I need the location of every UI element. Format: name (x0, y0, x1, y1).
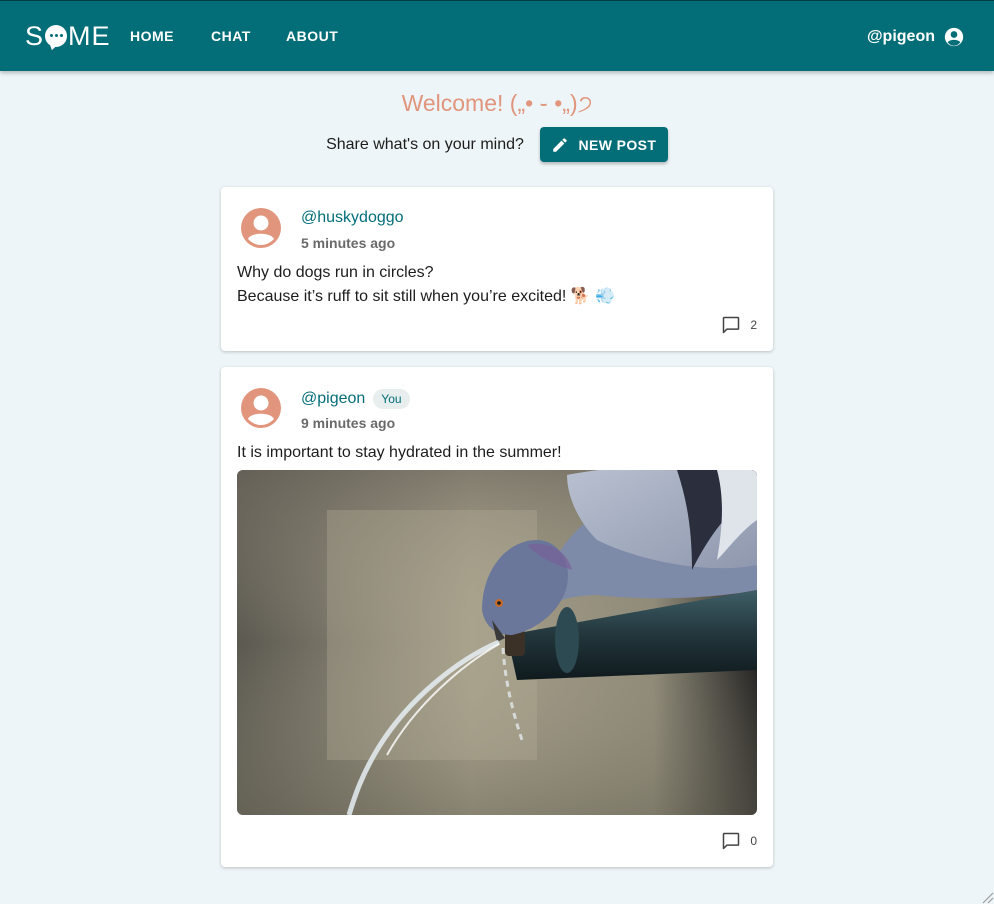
nav-about[interactable]: ABOUT (286, 28, 338, 44)
comment-icon (723, 316, 740, 334)
post-text-line: Why do dogs run in circles? (237, 264, 434, 281)
post-timestamp: 9 minutes ago (301, 415, 396, 431)
avatar-icon[interactable] (240, 387, 282, 429)
post-author[interactable]: @pigeon You (301, 389, 410, 409)
pigeon-drinking-photo (237, 470, 757, 815)
post-image[interactable] (237, 470, 757, 815)
logo-letter-s: S (25, 20, 45, 51)
comment-count: 2 (750, 318, 757, 332)
new-post-label: NEW POST (578, 136, 657, 153)
resize-grip-icon[interactable] (980, 890, 994, 904)
nav-home[interactable]: HOME (130, 28, 174, 44)
pencil-icon (553, 137, 568, 152)
post-text-line: Because it’s ruff to sit still when you’… (237, 288, 616, 305)
nav-chat[interactable]: CHAT (211, 28, 251, 44)
post-body: It is important to stay hydrated in the … (237, 441, 562, 465)
account-circle-icon (944, 27, 964, 47)
comment-icon (723, 832, 740, 850)
comment-count: 0 (750, 834, 757, 848)
share-prompt: Share what's on your mind? (326, 135, 524, 153)
post-author-name: @pigeon (301, 390, 366, 407)
post-card: @pigeon You 9 minutes ago It is importan… (221, 367, 773, 867)
comments-button[interactable]: 0 (721, 831, 757, 851)
share-row: Share what's on your mind? NEW POST (0, 127, 994, 162)
avatar-icon[interactable] (240, 207, 282, 249)
logo-chat-bubble-icon (45, 25, 68, 47)
app-bar: S ME HOME CHAT ABOUT @pigeon (0, 0, 994, 71)
post-body: Why do dogs run in circles? Because it’s… (237, 261, 615, 309)
post-author-name: @huskydoggo (301, 209, 404, 226)
post-timestamp: 5 minutes ago (301, 235, 396, 251)
new-post-button[interactable]: NEW POST (539, 127, 668, 162)
comments-button[interactable]: 2 (721, 315, 757, 335)
username-label: @pigeon (866, 28, 935, 45)
logo-letters-me: ME (68, 20, 111, 51)
welcome-heading: Welcome! („• ֊ •„)੭ (401, 90, 593, 116)
you-badge: You (373, 389, 410, 409)
user-menu-button[interactable]: @pigeon (867, 27, 964, 47)
logo[interactable]: S ME (25, 21, 111, 51)
post-card: @huskydoggo 5 minutes ago Why do dogs ru… (221, 187, 773, 351)
post-text-line: It is important to stay hydrated in the … (237, 444, 562, 461)
post-author[interactable]: @huskydoggo (301, 209, 404, 227)
